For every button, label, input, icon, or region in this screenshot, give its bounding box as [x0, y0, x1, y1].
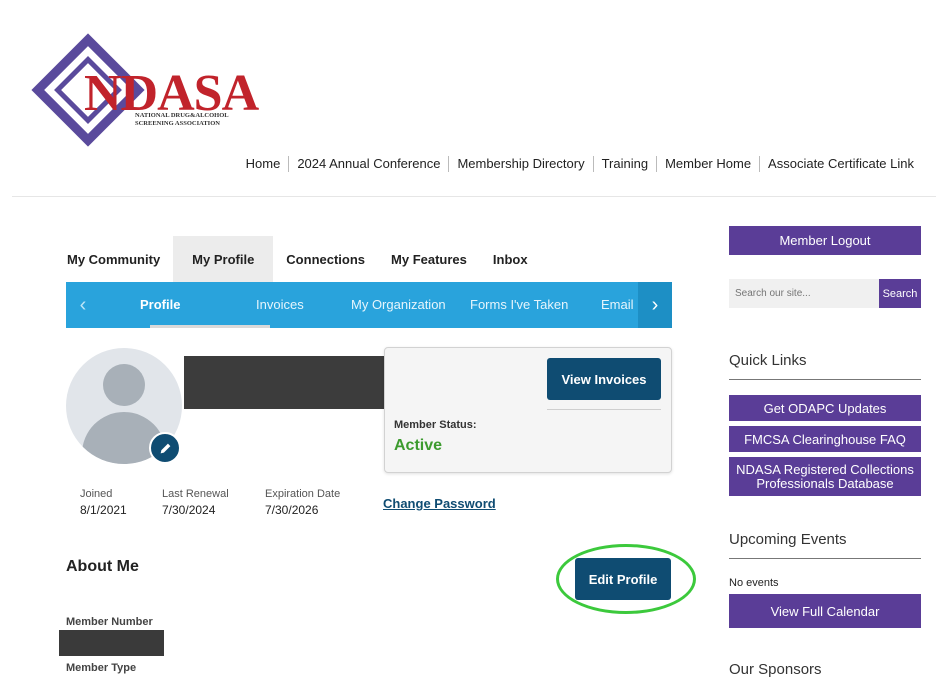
subtab-invoices[interactable]: Invoices: [256, 282, 304, 328]
tab-my-features[interactable]: My Features: [378, 236, 480, 282]
tab-connections[interactable]: Connections: [273, 236, 378, 282]
logo-subtitle: NATIONAL DRUG&ALCOHOL SCREENING ASSOCIAT…: [135, 112, 229, 128]
pencil-icon[interactable]: [149, 432, 181, 464]
quick-link-fmcsa-faq[interactable]: FMCSA Clearinghouse FAQ: [729, 426, 921, 452]
active-subtab-indicator: [150, 325, 270, 328]
expiration-info: Expiration Date 7/30/2026: [265, 487, 340, 517]
quick-link-odapc-updates[interactable]: Get ODAPC Updates: [729, 395, 921, 421]
logo-subtitle-line2: SCREENING ASSOCIATION: [135, 120, 220, 127]
upcoming-events-heading: Upcoming Events: [729, 531, 847, 548]
subtab-forms-taken[interactable]: Forms I've Taken: [470, 282, 568, 328]
member-status-label: Member Status:: [394, 419, 477, 431]
nav-member-home[interactable]: Member Home: [656, 156, 759, 172]
subtab-my-organization[interactable]: My Organization: [351, 282, 446, 328]
ndasa-logo[interactable]: NDASA NATIONAL DRUG&ALCOHOL SCREENING AS…: [31, 33, 270, 147]
joined-label: Joined: [80, 488, 113, 500]
nav-home[interactable]: Home: [238, 156, 289, 172]
subtab-strip: Profile Invoices My Organization Forms I…: [100, 282, 638, 328]
top-navigation: Home 2024 Annual Conference Membership D…: [238, 156, 922, 172]
expiration-label: Expiration Date: [265, 488, 341, 500]
quick-links-heading: Quick Links: [729, 352, 807, 369]
nav-associate-certificate[interactable]: Associate Certificate Link: [759, 156, 922, 172]
member-number-label: Member Number: [66, 616, 153, 628]
member-logout-button[interactable]: Member Logout: [729, 226, 921, 255]
search-button[interactable]: Search: [879, 279, 921, 308]
change-password-link[interactable]: Change Password: [383, 496, 496, 511]
chevron-right-icon[interactable]: ›: [638, 282, 672, 328]
nav-training[interactable]: Training: [592, 156, 656, 172]
subtab-profile[interactable]: Profile: [140, 282, 180, 328]
joined-info: Joined 8/1/2021: [80, 487, 127, 517]
joined-value: 8/1/2021: [80, 503, 127, 517]
member-status-value: Active: [394, 437, 443, 454]
tab-my-profile[interactable]: My Profile: [173, 236, 274, 282]
no-events-text: No events: [729, 577, 779, 589]
subtab-email[interactable]: Email: [601, 282, 634, 328]
view-full-calendar-button[interactable]: View Full Calendar: [729, 594, 921, 628]
last-renewal-info: Last Renewal 7/30/2024: [162, 487, 229, 517]
quick-link-collections-database[interactable]: NDASA Registered Collections Professiona…: [729, 457, 921, 496]
last-renewal-label: Last Renewal: [162, 488, 229, 500]
chevron-left-icon[interactable]: ‹: [66, 282, 100, 328]
last-renewal-value: 7/30/2024: [162, 503, 216, 517]
view-invoices-button[interactable]: View Invoices: [547, 358, 661, 400]
redacted-member-number: [59, 630, 164, 656]
status-card-divider: [547, 409, 661, 410]
edit-profile-button[interactable]: Edit Profile: [575, 558, 671, 600]
nav-membership-directory[interactable]: Membership Directory: [448, 156, 592, 172]
about-me-heading: About Me: [66, 558, 139, 575]
quick-links-divider: [729, 379, 921, 380]
tab-inbox[interactable]: Inbox: [480, 236, 541, 282]
upcoming-events-divider: [729, 558, 921, 559]
member-type-label: Member Type: [66, 662, 137, 674]
logo-subtitle-line1: NATIONAL DRUG&ALCOHOL: [135, 112, 229, 119]
pencil-icon-glyph: [160, 443, 170, 453]
site-search-input[interactable]: [729, 279, 879, 308]
our-sponsors-heading: Our Sponsors: [729, 661, 822, 678]
header-divider: [12, 196, 936, 197]
tab-my-community[interactable]: My Community: [54, 236, 173, 282]
profile-subtabs-bar: ‹ Profile Invoices My Organization Forms…: [66, 282, 672, 328]
nav-annual-conference[interactable]: 2024 Annual Conference: [288, 156, 448, 172]
community-tabs: My Community My Profile Connections My F…: [54, 236, 541, 282]
expiration-value: 7/30/2026: [265, 503, 319, 517]
avatar-head-shape: [103, 364, 145, 406]
